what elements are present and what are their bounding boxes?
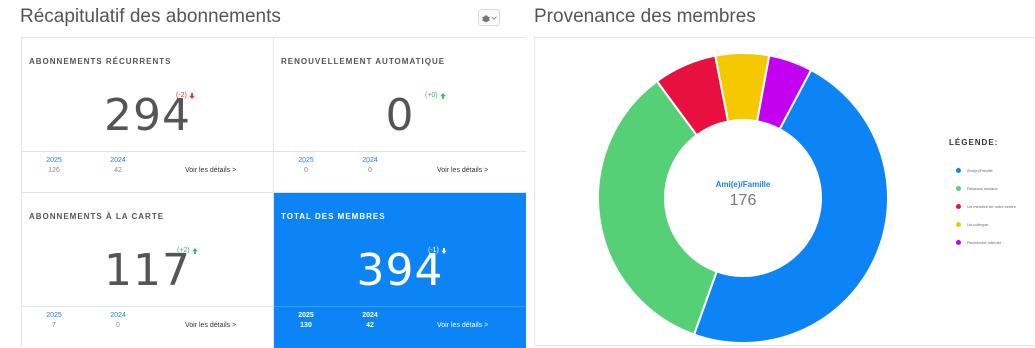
members-title: Provenance des membres (534, 6, 756, 27)
legend-swatch (956, 221, 961, 227)
delta-indicator: (-2) (176, 92, 195, 99)
legend-item[interactable]: Recherche Internet (956, 233, 1035, 251)
legend-title: LÉGENDE: (949, 138, 999, 147)
card-footer: 2025 0 2024 0 Voir les détails > (274, 151, 526, 193)
delta-indicator: (+2) (177, 247, 198, 254)
legend-swatch (956, 239, 961, 245)
year-label: 2025 (46, 157, 62, 164)
delta-value: (-1) (428, 247, 439, 254)
year-value: 7 (52, 322, 56, 329)
legend-item[interactable]: Ami(e)/Famille (956, 161, 1035, 179)
delta-value: (+0) (425, 92, 438, 99)
year-value: 42 (366, 322, 374, 329)
legend-item[interactable]: Un collègue (956, 215, 1035, 233)
year-label: 2025 (298, 312, 314, 319)
year-label: 2025 (46, 312, 62, 319)
legend-item[interactable]: Un membre de notre centre (956, 197, 1035, 215)
legend-label: Réseaux sociaux (967, 185, 998, 191)
settings-dropdown-button[interactable] (478, 9, 500, 26)
year-label: 2024 (110, 157, 126, 164)
delta-value: (-2) (176, 92, 187, 99)
card-value: 394 (356, 245, 444, 296)
summary-title: Récapitulatif des abonnements (20, 6, 281, 27)
summary-cards: ABONNEMENTS RÉCURRENTS 294 (-2) 2025 126… (21, 37, 526, 348)
year-value: 126 (48, 167, 60, 174)
card-title: RENOUVELLEMENT AUTOMATIQUE (281, 57, 446, 66)
legend-label: Ami(e)/Famille (967, 167, 993, 173)
card-title: ABONNEMENTS RÉCURRENTS (29, 57, 172, 66)
donut-center-label: Ami(e)/Famille (715, 180, 771, 189)
details-link[interactable]: Voir les détails > (437, 167, 488, 174)
card-recurring: ABONNEMENTS RÉCURRENTS 294 (-2) 2025 126… (22, 38, 274, 193)
members-panel: Ami(e)/Famille 176 LÉGENDE: Ami(e)/Famil… (534, 37, 1035, 346)
arrow-down-icon (189, 92, 195, 99)
year-label: 2024 (110, 312, 126, 319)
card-value: 294 (104, 90, 191, 141)
card-footer: 2025 126 2024 42 Voir les détails > (22, 151, 273, 193)
card-a-la-carte: ABONNEMENTS À LA CARTE 117 (+2) 2025 7 2… (22, 193, 274, 348)
year-value: 42 (114, 167, 122, 174)
legend-swatch (956, 167, 961, 173)
donut-legend: LÉGENDE: Ami(e)/Famille Réseaux sociaux Un… (941, 138, 1035, 251)
year-label: 2024 (362, 312, 378, 319)
gear-icon (481, 15, 490, 22)
delta-indicator: (+0) (425, 92, 446, 99)
legend-swatch (956, 185, 961, 191)
card-total-members: TOTAL DES MEMBRES 394 (-1) 2025 130 2024… (274, 193, 526, 348)
legend-label: Un membre de notre centre (967, 203, 1016, 209)
details-link[interactable]: Voir les détails > (185, 167, 236, 174)
card-footer: 2025 130 2024 42 Voir les détails > (274, 306, 526, 348)
card-footer: 2025 7 2024 0 Voir les détails > (22, 306, 273, 348)
year-value: 0 (368, 167, 372, 174)
details-link[interactable]: Voir les détails > (185, 322, 236, 329)
card-title: ABONNEMENTS À LA CARTE (29, 212, 165, 221)
legend-item[interactable]: Réseaux sociaux (956, 179, 1035, 197)
legend-label: Un collègue (967, 221, 989, 227)
arrow-up-icon (439, 92, 446, 99)
year-label: 2024 (362, 157, 378, 164)
arrow-up-icon (191, 247, 198, 254)
delta-value: (+2) (177, 247, 190, 254)
details-link[interactable]: Voir les détails > (437, 322, 488, 329)
chevron-down-icon (490, 15, 497, 20)
card-auto-renewal: RENOUVELLEMENT AUTOMATIQUE 0 (+0) 2025 0… (274, 38, 526, 193)
card-title: TOTAL DES MEMBRES (281, 212, 386, 221)
year-value: 130 (300, 322, 312, 329)
donut-center-value: 176 (729, 192, 757, 209)
year-value: 0 (304, 167, 308, 174)
arrow-down-icon (441, 247, 447, 254)
card-value: 117 (104, 245, 191, 296)
legend-swatch (956, 203, 961, 209)
legend-label: Recherche Internet (967, 239, 1002, 245)
year-label: 2025 (298, 157, 314, 164)
card-value: 0 (385, 90, 415, 141)
delta-indicator: (-1) (428, 247, 447, 254)
year-value: 0 (116, 322, 120, 329)
